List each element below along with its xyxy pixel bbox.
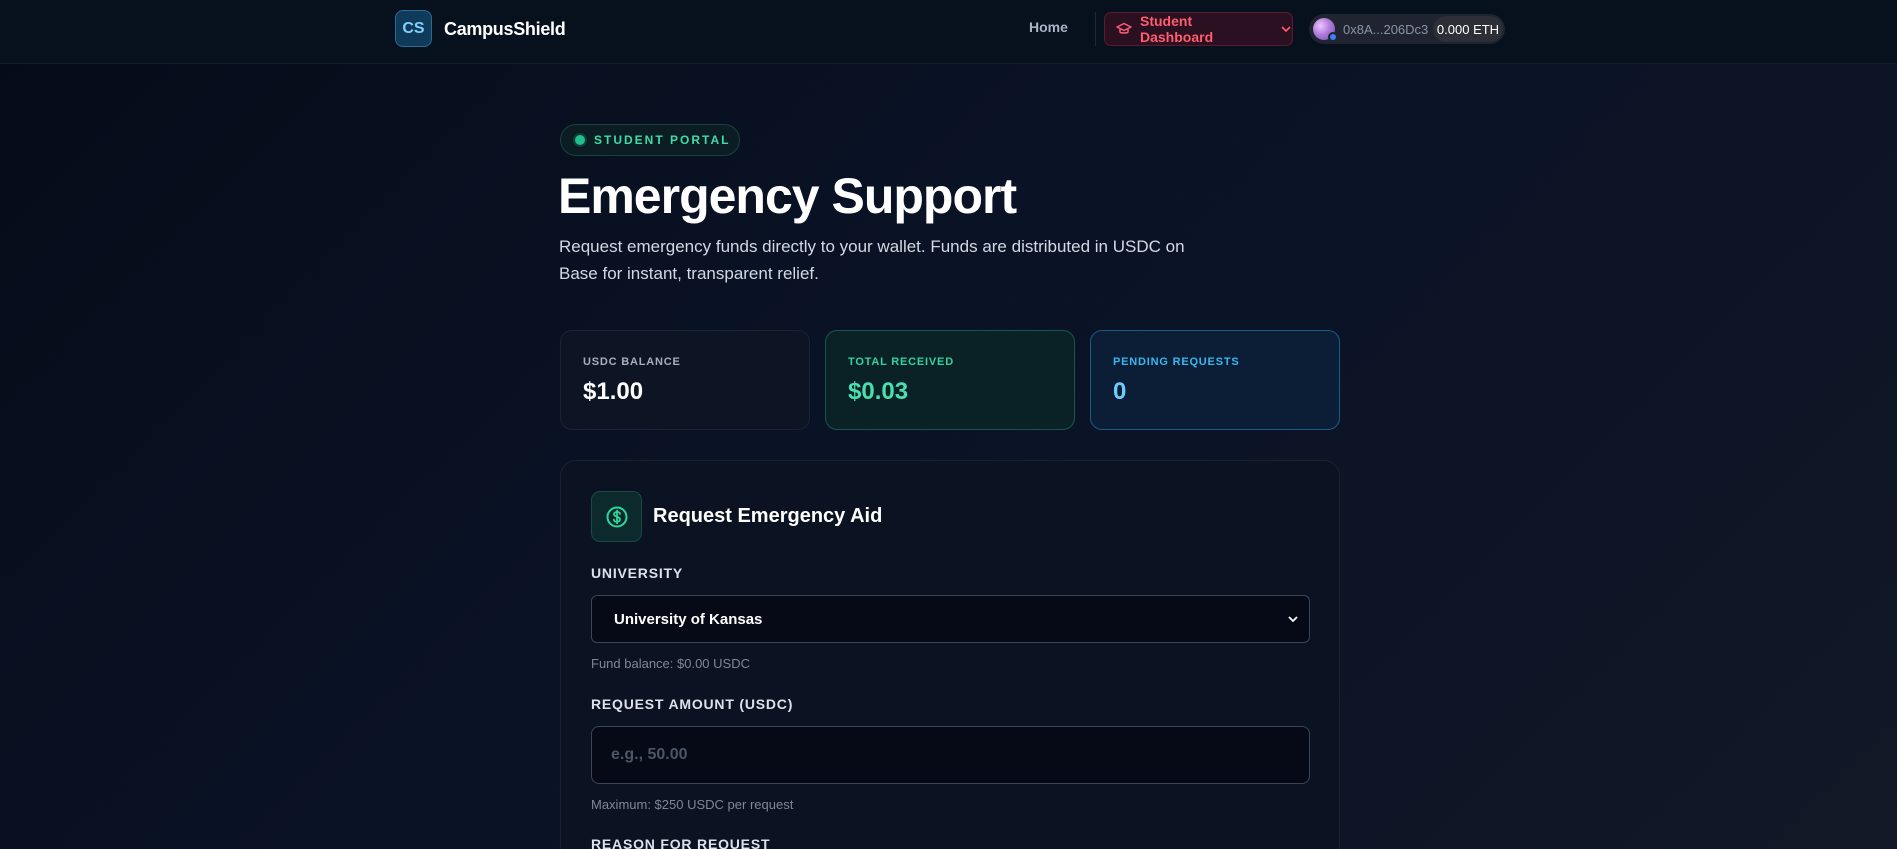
wallet-address: 0x8A...206Dc3 [1343, 22, 1429, 37]
chevron-down-icon [1281, 26, 1291, 33]
amount-label: REQUEST AMOUNT (USDC) [591, 696, 794, 712]
amount-placeholder: e.g., 50.00 [611, 746, 688, 763]
nav-divider [1095, 12, 1096, 46]
nav-link-home[interactable]: Home [1029, 19, 1068, 35]
stat-card-total-received: TOTAL RECEIVED $0.03 [825, 330, 1075, 430]
university-selected-value: University of Kansas [614, 610, 763, 628]
page-subtitle: Request emergency funds directly to your… [559, 237, 1185, 283]
amount-input[interactable]: e.g., 50.00 [591, 726, 1310, 784]
student-dashboard-label: Student Dashboard [1140, 13, 1214, 45]
card-title: Request Emergency Aid [653, 505, 883, 527]
network-badge-icon [1328, 32, 1338, 42]
university-select[interactable]: University of Kansas [591, 595, 1310, 643]
stat-value: 0 [1113, 378, 1127, 405]
university-label: UNIVERSITY [591, 565, 684, 581]
reason-label: REASON FOR REQUEST [591, 836, 771, 849]
stat-value: $1.00 [583, 378, 644, 405]
stat-card-usdc-balance: USDC BALANCE $1.00 [560, 330, 810, 430]
student-portal-badge: STUDENT PORTAL [560, 124, 740, 156]
stat-label: TOTAL RECEIVED [848, 356, 954, 368]
stat-label: PENDING REQUESTS [1113, 356, 1240, 368]
badge-label: STUDENT PORTAL [594, 133, 731, 147]
status-dot-icon [575, 135, 585, 145]
top-nav: CS CampusShield Home Student Dashboard 0… [0, 0, 1897, 64]
wallet-button[interactable]: 0x8A...206Dc3 0.000 ETH [1309, 14, 1505, 44]
brand-name[interactable]: CampusShield [444, 19, 566, 40]
student-dashboard-button[interactable]: Student Dashboard [1104, 12, 1293, 46]
stat-card-pending-requests: PENDING REQUESTS 0 [1090, 330, 1340, 430]
logo-badge[interactable]: CS [395, 10, 432, 47]
stat-value: $0.03 [848, 378, 909, 405]
fund-balance-hint: Fund balance: $0.00 USDC [591, 656, 750, 671]
dollar-circle-icon [591, 491, 642, 542]
request-aid-card: Request Emergency Aid UNIVERSITY Univers… [560, 460, 1340, 849]
graduation-cap-icon [1116, 22, 1132, 34]
wallet-balance: 0.000 ETH [1433, 16, 1503, 42]
chevron-down-icon [1288, 616, 1298, 623]
stat-label: USDC BALANCE [583, 356, 681, 368]
page-title: Emergency Support [558, 168, 1017, 224]
amount-max-hint: Maximum: $250 USDC per request [591, 797, 794, 812]
